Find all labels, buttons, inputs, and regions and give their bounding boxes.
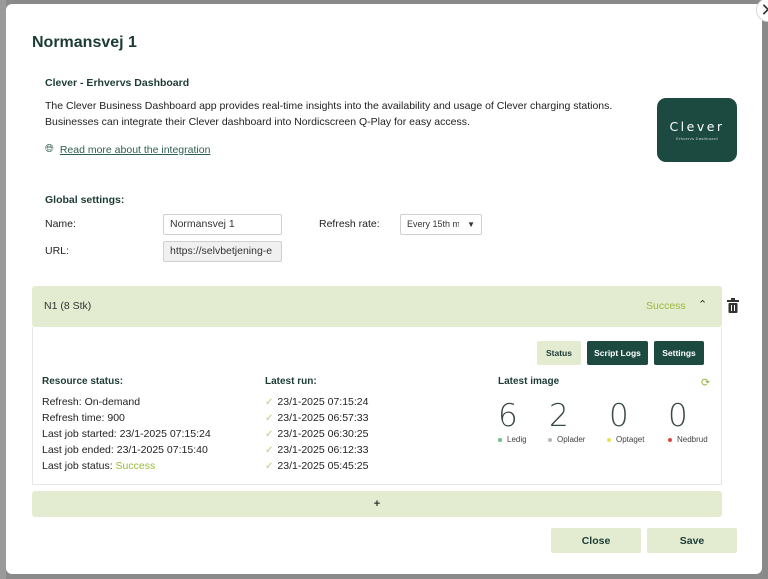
stat-value-oplader: 2	[549, 398, 569, 434]
stat-value-nedbrud: 0	[668, 398, 688, 434]
latest-image-heading: Latest image	[498, 376, 560, 387]
check-icon: ✓	[265, 429, 274, 440]
legend-oplader: Oplader	[548, 435, 585, 444]
url-label: URL:	[45, 245, 69, 257]
read-more-link[interactable]: Read more about the integration	[60, 144, 211, 156]
legend-dot	[607, 437, 611, 442]
global-settings-heading: Global settings:	[45, 194, 125, 206]
script-name: N1 (8 Stk)	[44, 300, 92, 312]
app-logo: Clever Erhvervs Dashboard	[657, 98, 737, 162]
stat-value-ledig: 6	[498, 398, 518, 434]
legend-ledig: Ledig	[498, 435, 527, 444]
run-item: ✓ 23/1-2025 05:45:25	[265, 460, 368, 472]
resource-last-ended: Last job ended: 23/1-2025 07:15:40	[42, 444, 208, 456]
run-item: ✓ 23/1-2025 06:57:33	[265, 412, 368, 424]
legend-label: Nedbrud	[677, 435, 708, 444]
integration-modal: ✕ Normansvej 1 Clever - Erhvervs Dashboa…	[6, 0, 768, 574]
add-script-button[interactable]: +	[32, 491, 722, 517]
refresh-icon[interactable]: ⟳	[701, 376, 710, 389]
stat-value-optaget: 0	[609, 398, 629, 434]
globe-icon: 🌐︎	[45, 143, 54, 155]
legend-dot	[668, 437, 672, 442]
run-time: 23/1-2025 06:57:33	[277, 412, 369, 424]
last-status-value: Success	[115, 460, 156, 472]
legend-nedbrud: Nedbrud	[668, 435, 708, 444]
check-icon: ✓	[265, 445, 274, 456]
refresh-rate-select[interactable]: Every 15th m ▼	[400, 214, 482, 235]
resource-status-heading: Resource status:	[42, 376, 124, 387]
close-icon[interactable]: ✕	[756, 0, 768, 22]
resource-refresh: Refresh: On-demand	[42, 396, 141, 408]
app-description: The Clever Business Dashboard app provid…	[45, 100, 613, 128]
run-time: 23/1-2025 06:12:33	[277, 444, 369, 456]
legend-dot	[548, 437, 552, 442]
modal-title: Normansvej 1	[32, 34, 137, 51]
trash-icon[interactable]	[726, 298, 740, 314]
run-time: 23/1-2025 07:15:24	[277, 396, 369, 408]
run-item: ✓ 23/1-2025 07:15:24	[265, 396, 368, 408]
run-time: 23/1-2025 05:45:25	[277, 460, 369, 472]
last-status-label: Last job status:	[42, 460, 116, 472]
resource-last-started: Last job started: 23/1-2025 07:15:24	[42, 428, 211, 440]
logo-subtext: Erhvervs Dashboard	[676, 136, 718, 141]
chevron-down-icon: ▼	[467, 220, 475, 229]
script-header[interactable]: N1 (8 Stk) Success ⌃	[32, 286, 722, 327]
url-input[interactable]: https://selvbetjening-e	[163, 241, 282, 262]
logo-text: Clever	[669, 119, 725, 134]
chevron-up-icon[interactable]: ⌃	[698, 298, 707, 311]
settings-button[interactable]: Settings	[654, 341, 704, 365]
refresh-rate-value: Every 15th m	[407, 219, 459, 229]
close-button[interactable]: Close	[551, 528, 641, 553]
name-label: Name:	[45, 218, 76, 230]
app-name: Clever - Erhvervs Dashboard	[45, 77, 190, 89]
refresh-rate-label: Refresh rate:	[319, 218, 380, 230]
status-button[interactable]: Status	[537, 341, 581, 365]
legend-label: Ledig	[507, 435, 527, 444]
latest-run-heading: Latest run:	[265, 376, 317, 387]
legend-label: Optaget	[616, 435, 645, 444]
check-icon: ✓	[265, 413, 274, 424]
run-item: ✓ 23/1-2025 06:30:25	[265, 428, 368, 440]
legend-optaget: Optaget	[607, 435, 644, 444]
run-time: 23/1-2025 06:30:25	[277, 428, 369, 440]
resource-refresh-time: Refresh time: 900	[42, 412, 125, 424]
check-icon: ✓	[265, 397, 274, 408]
read-more-link-row: 🌐︎ Read more about the integration	[45, 143, 210, 156]
legend-dot	[498, 437, 502, 442]
name-input[interactable]: Normansvej 1	[163, 214, 282, 235]
run-item: ✓ 23/1-2025 06:12:33	[265, 444, 368, 456]
script-status-badge: Success	[646, 300, 686, 312]
legend-label: Oplader	[557, 435, 586, 444]
check-icon: ✓	[265, 461, 274, 472]
resource-last-status: Last job status: Success	[42, 460, 155, 472]
script-logs-button[interactable]: Script Logs	[587, 341, 648, 365]
save-button[interactable]: Save	[647, 528, 737, 553]
